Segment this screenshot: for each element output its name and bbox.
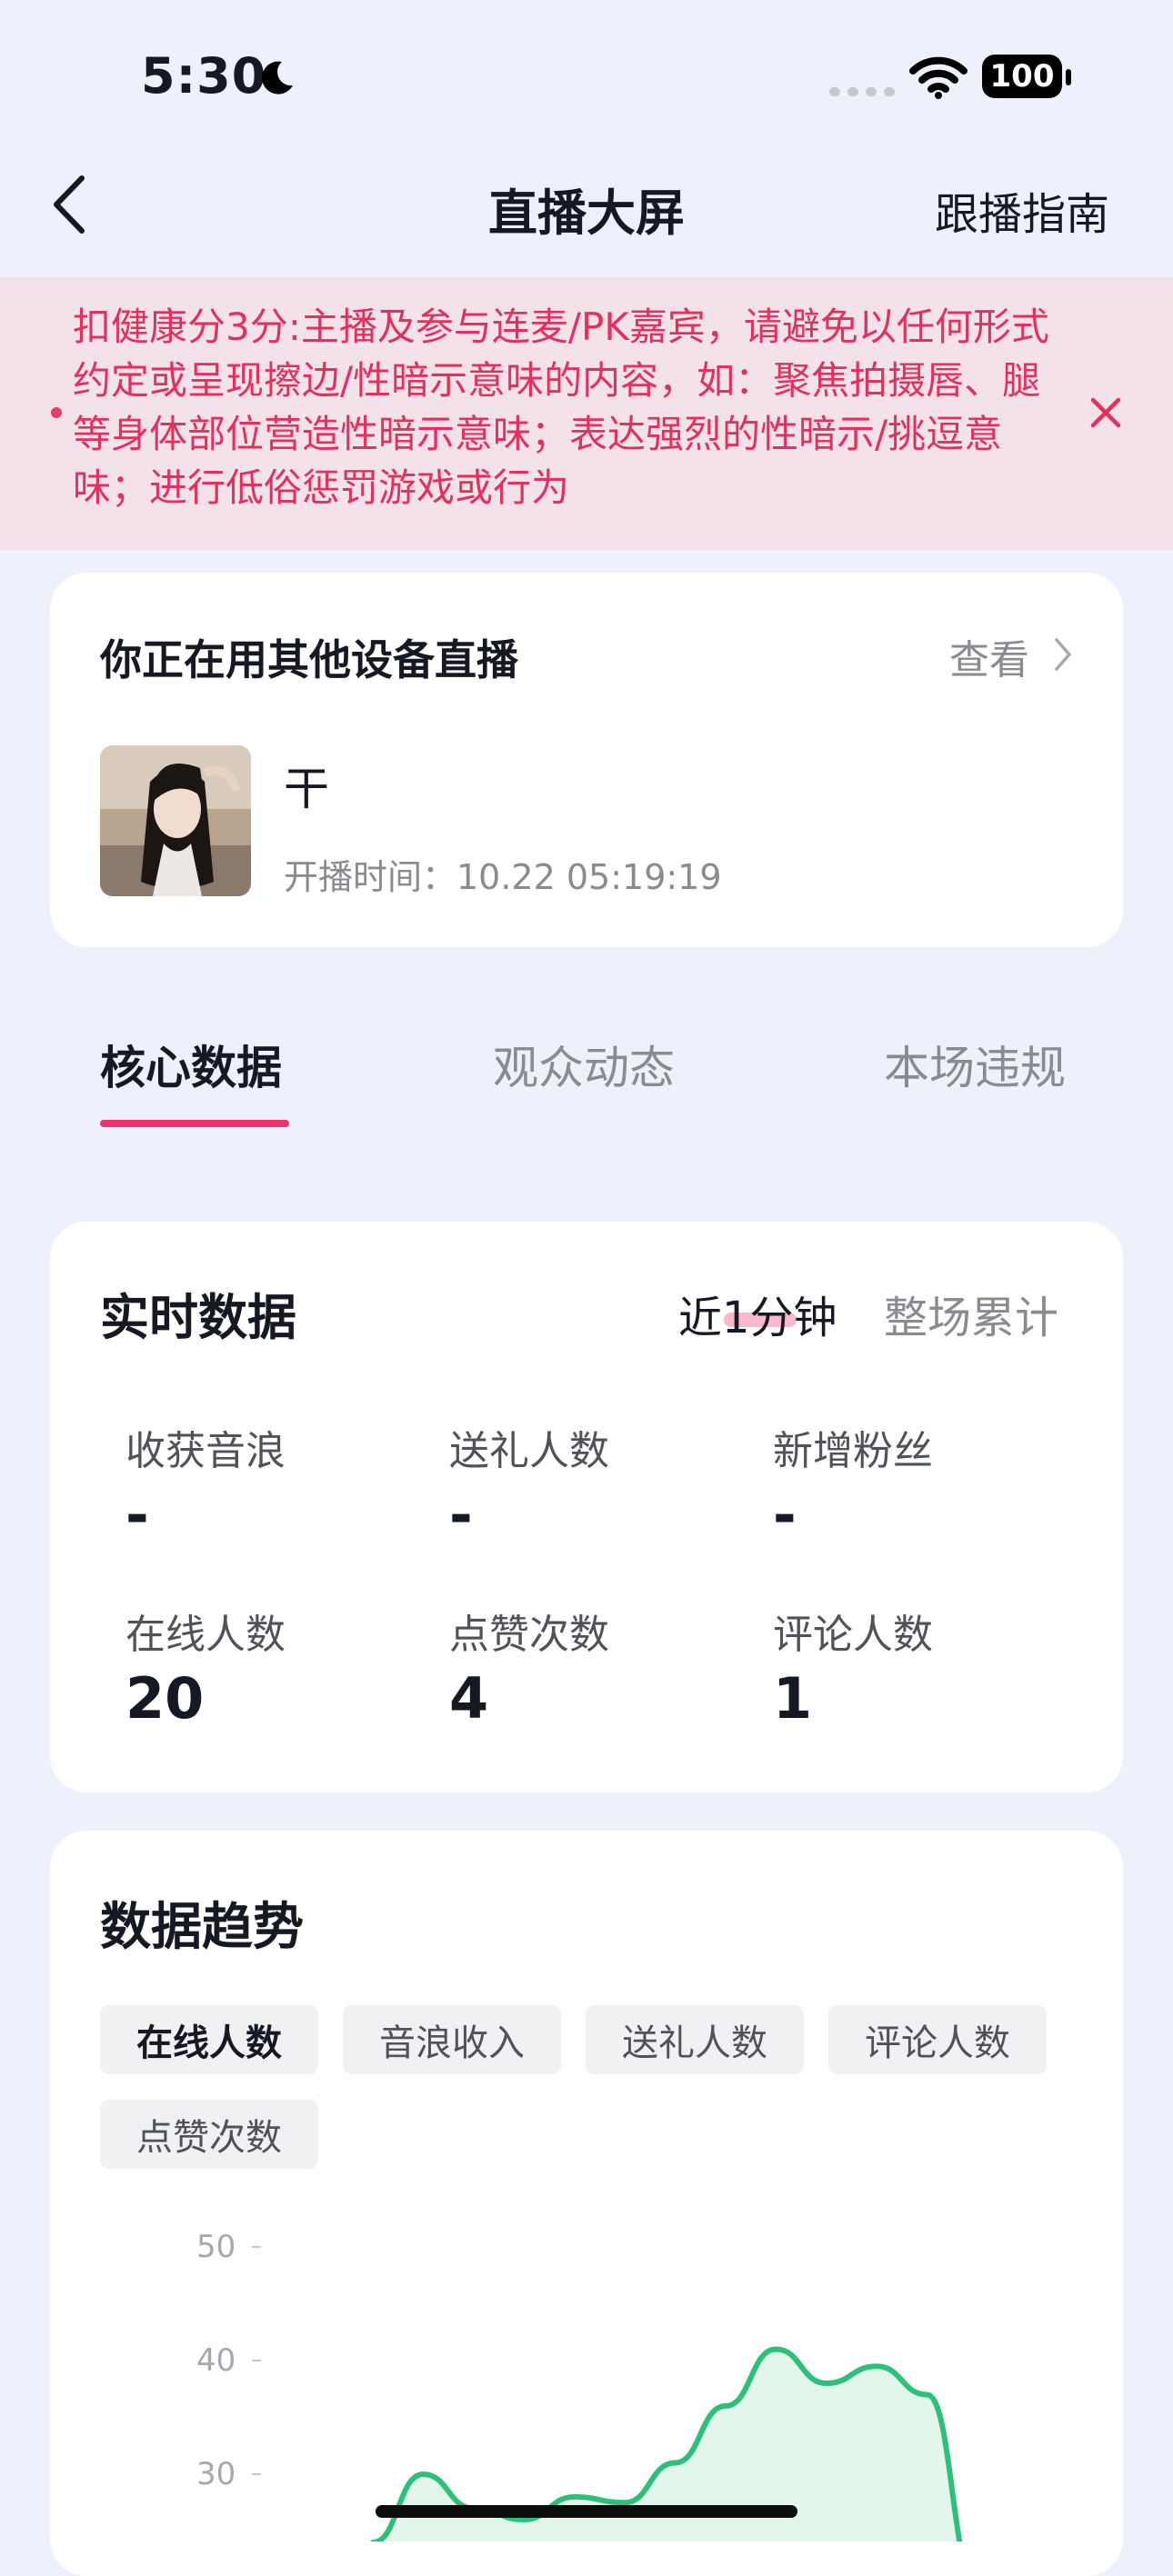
metric-label: 点赞次数: [449, 1612, 609, 1658]
view-link[interactable]: 查看: [949, 627, 1029, 685]
tab-core-data[interactable]: 核心数据: [100, 1032, 282, 1097]
status-time: 5:30: [141, 47, 267, 105]
chip-sound-wave-income[interactable]: 音浪收入: [343, 2005, 561, 2074]
warning-text: 扣健康分3分:主播及参与连麦/PK嘉宾，请避免以任何形式约定或呈现擦边/性暗示意…: [73, 305, 1049, 510]
chip-commenters[interactable]: 评论人数: [828, 2005, 1047, 2074]
close-icon[interactable]: [1082, 389, 1129, 436]
moon-icon: [262, 61, 293, 95]
metric-label: 在线人数: [125, 1612, 286, 1658]
metric-value: 1: [773, 1665, 813, 1732]
metric-value: 4: [449, 1665, 489, 1732]
tab-audience-activity[interactable]: 观众动态: [493, 1032, 675, 1097]
cellular-signal-icon: [829, 87, 895, 96]
y-tick-marks: [252, 2246, 261, 2475]
wifi-icon: [909, 56, 967, 99]
streamer-avatar: [100, 745, 251, 896]
battery-level: 100: [982, 55, 1062, 98]
metric-value: -: [125, 1482, 149, 1548]
trend-chart: [252, 2246, 978, 2541]
chip-online-users[interactable]: 在线人数: [100, 2005, 318, 2074]
range-full-session[interactable]: 整场累计: [884, 1282, 1058, 1345]
trend-title: 数据趋势: [100, 1898, 304, 1957]
other-device-title: 你正在用其他设备直播: [100, 635, 518, 684]
range-last-minute[interactable]: 近1分钟: [678, 1282, 837, 1345]
stream-start-time: 开播时间：10.22 05:19:19: [284, 857, 722, 897]
metric-label: 收获音浪: [125, 1428, 286, 1474]
streamer-name: 干: [284, 763, 329, 815]
metric-value: -: [449, 1482, 473, 1548]
metric-label: 新增粉丝: [773, 1428, 933, 1474]
metric-value: 20: [125, 1665, 205, 1732]
active-tab-indicator: [100, 1120, 289, 1127]
metric-value: -: [773, 1482, 797, 1548]
metric-label: 送礼人数: [449, 1428, 609, 1474]
tab-violations[interactable]: 本场违规: [884, 1032, 1066, 1097]
warning-bullet: [51, 407, 62, 418]
chip-likes[interactable]: 点赞次数: [100, 2100, 318, 2169]
metric-label: 评论人数: [773, 1612, 933, 1658]
home-indicator: [376, 2505, 797, 2518]
battery-icon: 100: [982, 55, 1071, 100]
chevron-right-icon[interactable]: [1053, 636, 1073, 673]
realtime-title: 实时数据: [100, 1289, 296, 1346]
chip-gift-senders[interactable]: 送礼人数: [586, 2005, 804, 2074]
broadcast-guide-link[interactable]: 跟播指南: [935, 178, 1109, 242]
